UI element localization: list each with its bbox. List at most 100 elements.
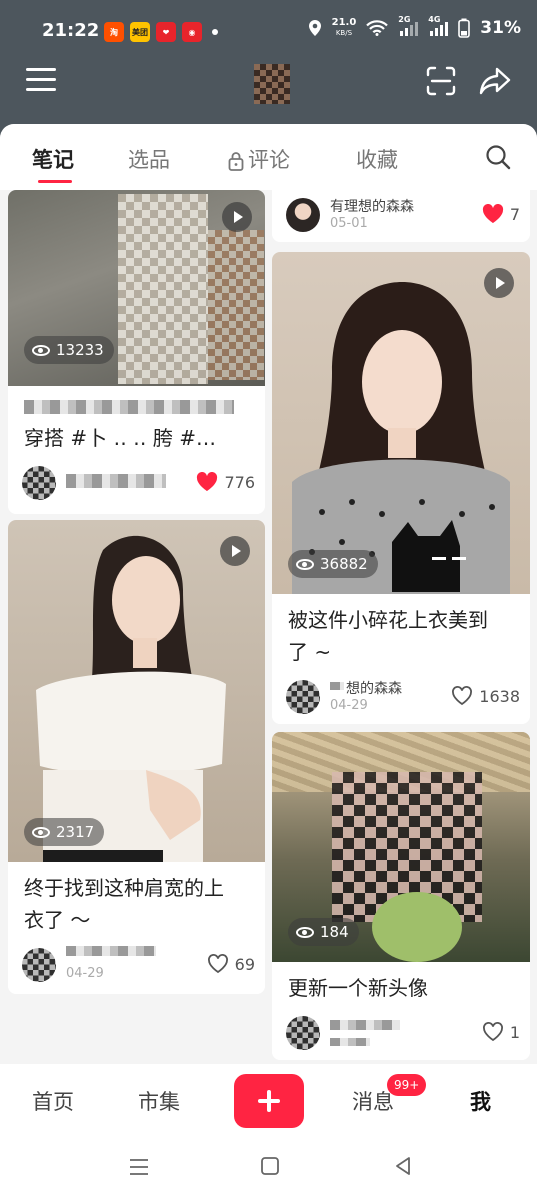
notification-icons: 淘 美团 ❤ ◉ [104,22,218,42]
heart-filled-icon [482,204,503,223]
net-speed-value: 21.0 [331,17,357,28]
like-button[interactable]: 776 [196,472,255,492]
note-cover-image[interactable] [272,252,530,594]
author-row: 776 [22,464,255,504]
status-bar: 21:22 淘 美团 ❤ ◉ 21.0 KB/S 2G 4G 31% [0,0,537,62]
view-count: 13233 [24,336,114,364]
eye-icon [32,344,50,356]
robot-app-icon: ◉ [182,22,202,42]
note-card[interactable]: 有理想的森森 05-01 7 [272,190,530,242]
system-indicators: 21.0 KB/S 2G 4G 31% [308,15,521,38]
note-cover-image[interactable] [8,520,265,862]
profile-avatar[interactable] [254,64,290,104]
note-title-line1: 被这件小碎花上衣美到 [288,608,488,632]
battery-percent: 31% [480,18,521,38]
messages-badge: 99+ [387,1074,427,1096]
author-avatar[interactable] [22,466,56,500]
heart-outline-icon [207,954,228,974]
redacted-author [330,1020,400,1030]
signal-4g: 4G [428,15,449,37]
net-speed-unit: KB/S [335,29,353,37]
portrait-illustration [36,535,226,862]
tab-favorites[interactable]: 收藏 [356,144,398,174]
tab-picks[interactable]: 选品 [128,144,170,174]
like-button[interactable]: 1638 [451,686,520,706]
battery-icon [458,18,471,38]
lock-icon [228,152,244,171]
nav-me[interactable]: 我 [470,1086,491,1116]
recents-menu-icon[interactable] [128,1158,150,1176]
heart-filled-icon [197,472,218,491]
back-triangle-icon[interactable] [394,1156,412,1176]
author-row: 想的森森 04-29 1638 [286,678,520,718]
author-avatar[interactable] [286,198,320,232]
system-nav-bar [0,1136,537,1200]
author-avatar[interactable] [286,680,320,714]
note-date: 04-29 [330,698,368,713]
note-date: 04-29 [66,966,104,981]
author-name[interactable]: 有理想的森森 [330,196,414,216]
like-button[interactable]: 1 [482,1022,520,1042]
pixelated-figure [118,194,208,384]
play-icon [222,202,252,232]
note-card[interactable]: 13233 穿搭 #卜 ‥ ‥ 胯 #… 776 [8,190,265,514]
redacted-date [330,1038,370,1046]
home-square-icon[interactable] [260,1156,280,1176]
view-count-value: 36882 [320,555,368,573]
like-button[interactable]: 7 [482,204,520,224]
scan-icon[interactable] [426,66,456,96]
author-avatar[interactable] [22,948,56,982]
author-name[interactable]: 想的森森 [346,678,402,698]
bottom-nav: 首页 市集 消息 99+ 我 [0,1064,537,1136]
profile-tabs: 笔记 选品 评论 收藏 [0,124,537,190]
taobao-icon: 淘 [104,22,124,42]
note-card[interactable]: 36882 被这件小碎花上衣美到 了 ~ 想的森森 04-29 1638 [272,252,530,724]
note-title-line1: 终于找到这种肩宽的上 [24,876,224,900]
eye-icon [296,926,314,938]
heart-outline-icon [452,686,473,706]
content-panel: 笔记 选品 评论 收藏 13233 穿搭 #卜 ‥ ‥ 胯 #… 776 231… [0,124,537,1064]
tab-notes[interactable]: 笔记 [32,144,74,174]
share-icon[interactable] [478,64,512,98]
wifi-icon [366,20,389,36]
note-card[interactable]: 2317 终于找到这种肩宽的上 衣了 ～ 04-29 69 [8,520,265,994]
note-title-line2: 了 ~ [288,640,332,664]
search-icon[interactable] [485,144,511,170]
pixelated-figure [208,230,264,380]
note-date: 05-01 [330,216,368,231]
signal-4g-label: 4G [428,15,441,24]
meituan-icon: 美团 [130,22,150,42]
tab-active-indicator [38,180,72,183]
tab-comments-label: 评论 [248,148,290,172]
net-speed: 21.0 KB/S [332,18,357,38]
status-time: 21:22 [42,20,100,41]
nav-home[interactable]: 首页 [32,1086,74,1116]
like-count: 69 [234,954,255,974]
more-notifications-dot-icon [212,29,218,35]
profile-header [0,62,537,122]
location-icon [308,20,321,36]
author-avatar[interactable] [286,1016,320,1050]
note-card[interactable]: 184 更新一个新头像 1 [272,732,530,1060]
top-area: 21:22 淘 美团 ❤ ◉ 21.0 KB/S 2G 4G 31% [0,0,537,140]
like-count: 776 [224,472,255,492]
like-count: 1 [509,1022,520,1042]
tab-comments[interactable]: 评论 [228,144,290,174]
author-row: 1 [286,1014,520,1054]
redacted-author [330,682,344,690]
heart-outline-icon [482,1022,503,1042]
menu-button[interactable] [26,68,56,94]
view-count-value: 184 [320,923,349,941]
redacted-title [24,400,234,414]
redacted-author [66,946,156,956]
like-button[interactable]: 69 [207,954,255,974]
heart-app-icon: ❤ [156,22,176,42]
eye-icon [296,558,314,570]
create-note-button[interactable] [234,1074,304,1128]
view-count: 184 [288,918,359,946]
coconut [372,892,462,962]
eye-icon [32,826,50,838]
note-title: 穿搭 #卜 ‥ ‥ 胯 #… [24,426,217,450]
like-count: 7 [509,204,520,224]
nav-market[interactable]: 市集 [138,1086,180,1116]
